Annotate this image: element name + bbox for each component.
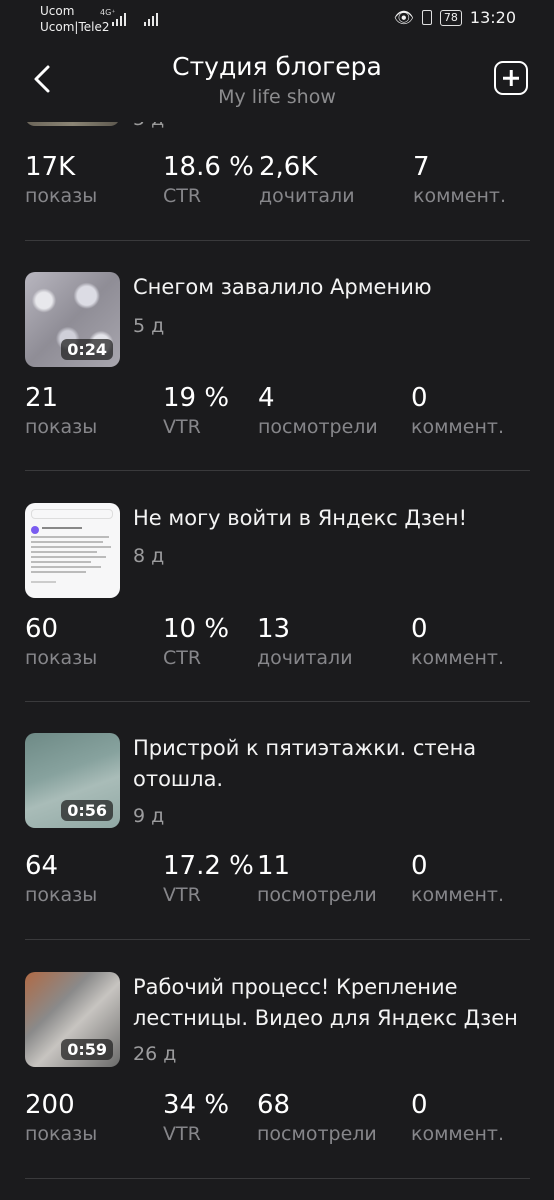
stat-comments: 7 коммент. [413, 152, 506, 207]
divider [25, 470, 530, 471]
article-preview [25, 503, 120, 598]
post-age: 26 д [133, 1043, 177, 1065]
post-age: 5 д [133, 315, 165, 337]
status-right: 👁 78 13:20 [394, 8, 516, 27]
page-subtitle: My life show [218, 86, 336, 108]
carrier-2: Ucom|Tele2 [40, 20, 110, 34]
stat-rate: 17.2 % VTR [163, 851, 254, 906]
stat-views: 60 показы [25, 614, 98, 669]
page-title: Студия блогера [172, 52, 382, 81]
stat-comments: 0 коммент. [411, 1090, 504, 1145]
divider [25, 701, 530, 702]
post-stats: 21 показы 19 % VTR 4 посмотрели 0 коммен… [0, 383, 554, 443]
stat-rate: 10 % CTR [163, 614, 230, 669]
post-age: 9 д [133, 805, 165, 827]
post-thumbnail[interactable]: 0:24 [25, 272, 120, 367]
post-title[interactable]: Не могу войти в Яндекс Дзен! [133, 503, 523, 534]
stat-watched: 4 посмотрели [258, 383, 378, 438]
divider [25, 240, 530, 241]
stat-reads: 2,6K дочитали [259, 152, 355, 207]
clock: 13:20 [469, 8, 516, 27]
app-header: Студия блогера My life show [0, 40, 554, 122]
stat-comments: 0 коммент. [411, 851, 504, 906]
stat-watched: 68 посмотрели [257, 1090, 377, 1145]
vibrate-icon [421, 10, 432, 25]
post-title[interactable]: Рабочий процесс! Крепление лестницы. Вид… [133, 972, 523, 1034]
eye-icon: 👁 [393, 8, 414, 27]
signal-icon [144, 12, 158, 26]
add-button[interactable] [494, 61, 528, 95]
stat-views: 200 показы [25, 1090, 98, 1145]
post-title[interactable]: Снегом завалило Армению [133, 272, 523, 303]
post-age: 8 д [133, 545, 165, 567]
post-stats: 64 показы 17.2 % VTR 11 посмотрели 0 ком… [0, 851, 554, 911]
divider [25, 939, 530, 940]
video-duration: 0:56 [61, 800, 113, 821]
video-duration: 0:24 [61, 339, 113, 360]
stat-views: 64 показы [25, 851, 98, 906]
signal-icon [112, 12, 126, 26]
stat-views: 21 показы [25, 383, 98, 438]
divider [25, 1178, 530, 1179]
post-thumbnail[interactable]: 0:56 [25, 733, 120, 828]
video-duration: 0:59 [61, 1039, 113, 1060]
stat-comments: 0 коммент. [411, 614, 504, 669]
status-bar: Ucom Ucom|Tele2 4G⁺ 👁 78 13:20 [0, 0, 554, 40]
stat-rate: 19 % VTR [163, 383, 230, 438]
stat-rate: 18.6 % CTR [163, 152, 254, 207]
stat-comments: 0 коммент. [411, 383, 504, 438]
stat-rate: 34 % VTR [163, 1090, 230, 1145]
post-thumbnail[interactable]: 0:59 [25, 972, 120, 1067]
battery-icon: 78 [439, 9, 462, 26]
stat-watched: 11 посмотрели [257, 851, 377, 906]
post-stats: 60 показы 10 % CTR 13 дочитали 0 коммент… [0, 614, 554, 674]
post-stats: 17K показы 18.6 % CTR 2,6K дочитали 7 ко… [0, 152, 554, 212]
post-thumbnail[interactable] [25, 503, 120, 598]
stat-views: 17K показы [25, 152, 98, 207]
post-title[interactable]: Пристрой к пятиэтажки. стена отошла. [133, 733, 523, 795]
post-stats: 200 показы 34 % VTR 68 посмотрели 0 комм… [0, 1090, 554, 1150]
stat-reads: 13 дочитали [257, 614, 353, 669]
